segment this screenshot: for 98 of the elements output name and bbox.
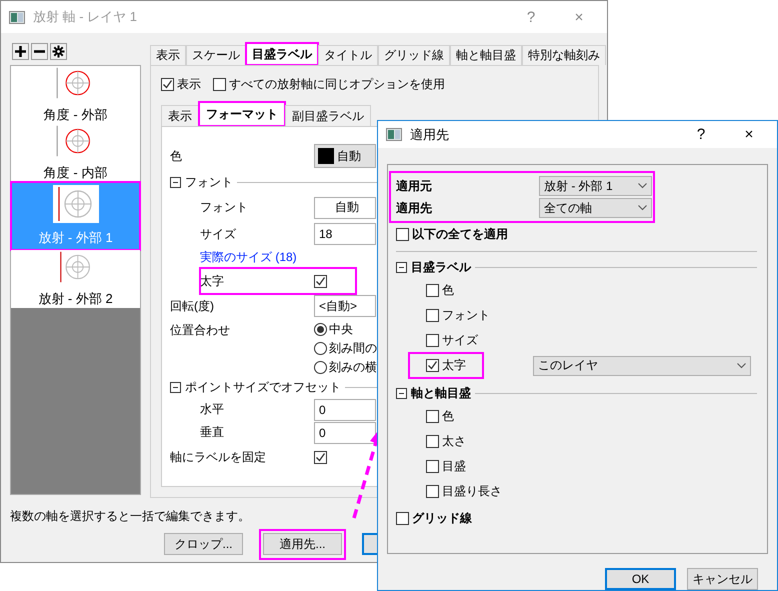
axis-label: 放射 - 外部 1: [38, 229, 113, 247]
settings-icon[interactable]: [50, 43, 67, 60]
field-label: サイズ: [200, 226, 237, 242]
tab[interactable]: 目盛ラベル: [246, 43, 318, 65]
checkbox[interactable]: [161, 78, 174, 91]
group-title: 目盛ラベル: [411, 258, 471, 276]
checkbox-label: サイズ: [442, 332, 478, 349]
checkbox-label: 太さ: [442, 433, 466, 450]
window-title: 適用先: [410, 126, 450, 144]
checkbox[interactable]: [426, 485, 439, 498]
collapse-icon[interactable]: [170, 382, 181, 392]
input-field[interactable]: 0: [314, 422, 376, 444]
help-button[interactable]: ?: [511, 8, 551, 26]
checkbox-label: すべての放射軸に同じオプションを使用: [229, 76, 445, 93]
axis-label: 角度 - 外部: [44, 106, 108, 124]
radio-button[interactable]: [314, 361, 327, 374]
radio-label: 刻み間の: [329, 340, 377, 357]
field-label: 回転(度): [170, 298, 215, 314]
field-label: 位置合わせ: [170, 322, 231, 339]
checkbox-label: 目盛り長さ: [442, 483, 502, 500]
checkbox-label: 目盛: [442, 458, 466, 475]
collapse-icon[interactable]: [170, 176, 181, 188]
add-icon[interactable]: [12, 43, 29, 60]
close-button[interactable]: ×: [729, 126, 769, 143]
checkbox[interactable]: [426, 460, 439, 473]
checkbox[interactable]: [396, 228, 409, 241]
dialog-button[interactable]: キャンセル: [687, 568, 758, 590]
field-label: 軸にラベルを固定: [170, 448, 267, 466]
radio-label: 中央: [329, 321, 353, 338]
checkbox[interactable]: [426, 435, 439, 448]
checkbox-label: 色: [442, 408, 454, 425]
axis-label: 角度 - 内部: [44, 164, 108, 182]
field-label: 水平: [200, 401, 225, 418]
tab[interactable]: 副目盛ラベル: [285, 105, 371, 126]
close-button[interactable]: ×: [559, 8, 599, 26]
radio-label: 刻みの横: [329, 359, 377, 376]
dialog-button[interactable]: クロップ...: [164, 533, 243, 555]
checkbox[interactable]: [426, 284, 439, 297]
help-button[interactable]: ?: [681, 126, 721, 143]
axis-list-item[interactable]: 放射 - 外部 2: [11, 250, 140, 308]
checkbox-label: 表示: [177, 76, 201, 93]
radio-button[interactable]: [314, 323, 327, 336]
size-link[interactable]: 実際のサイズ (18): [200, 248, 297, 266]
remove-icon[interactable]: [31, 43, 48, 60]
caret-icon: [638, 183, 647, 189]
checkbox-label: 以下の全てを適用: [412, 226, 508, 243]
checkbox[interactable]: [426, 410, 439, 423]
field-label: 太字: [200, 272, 225, 290]
dialog-button[interactable]: OK: [605, 568, 676, 590]
dialog-button[interactable]: 適用先...: [263, 533, 342, 555]
dropdown[interactable]: 全ての軸: [539, 198, 652, 218]
collapse-icon[interactable]: [396, 262, 407, 272]
dropdown[interactable]: このレイヤ: [533, 356, 751, 376]
checkbox-label: フォント: [442, 307, 490, 324]
caret-icon: [737, 362, 746, 368]
app-icon: [9, 10, 25, 24]
radio-button[interactable]: [314, 342, 327, 355]
caret-icon: [638, 205, 647, 211]
axis-list-item[interactable]: 角度 - 外部: [11, 66, 140, 124]
dropdown[interactable]: <自動>: [314, 295, 376, 317]
group-title: フォント: [185, 174, 233, 190]
field-label: フォント: [200, 199, 249, 216]
dropdown[interactable]: 放射 - 外部 1: [539, 176, 652, 196]
hint-text: 複数の軸を選択すると一括で編集できます。: [10, 508, 250, 525]
checkbox[interactable]: [426, 309, 439, 322]
tab[interactable]: 表示: [150, 45, 186, 65]
checkbox[interactable]: [426, 359, 439, 372]
checkbox-label: グリッド線: [412, 510, 472, 527]
tab[interactable]: フォーマット: [199, 102, 285, 126]
checkbox[interactable]: [314, 450, 327, 464]
app-icon: [386, 128, 402, 141]
field-label: 垂直: [200, 424, 225, 441]
input-field[interactable]: 0: [314, 398, 376, 420]
axis-icon: [52, 185, 98, 223]
axis-list-item[interactable]: 角度 - 内部: [11, 124, 140, 182]
tab[interactable]: タイトル: [318, 45, 378, 65]
checkbox[interactable]: [314, 274, 327, 288]
checkbox-label: 色: [442, 282, 454, 299]
collapse-icon[interactable]: [396, 388, 407, 398]
group-title: ポイントサイズでオフセット: [185, 378, 341, 396]
window-title: 放射 軸 - レイヤ 1: [33, 8, 138, 26]
checkbox[interactable]: [396, 512, 409, 525]
dropdown[interactable]: 18: [314, 223, 376, 245]
axis-label: 放射 - 外部 2: [38, 290, 113, 308]
tab[interactable]: グリッド線: [378, 45, 450, 65]
tab[interactable]: 軸と軸目盛: [450, 45, 522, 65]
font-button[interactable]: 自動: [314, 196, 376, 218]
group-title: 軸と軸目盛: [411, 384, 471, 402]
field-label: 適用先: [396, 200, 432, 216]
checkbox-label: 太字: [442, 357, 466, 374]
checkbox[interactable]: [213, 78, 226, 91]
tab[interactable]: 特別な軸刻み: [522, 45, 606, 65]
color-button[interactable]: 自動: [314, 144, 376, 168]
tab[interactable]: 表示: [161, 105, 199, 126]
tab[interactable]: スケール: [186, 45, 246, 65]
checkbox[interactable]: [426, 334, 439, 347]
field-label: 適用元: [396, 178, 432, 194]
field-label: 色: [170, 148, 183, 164]
